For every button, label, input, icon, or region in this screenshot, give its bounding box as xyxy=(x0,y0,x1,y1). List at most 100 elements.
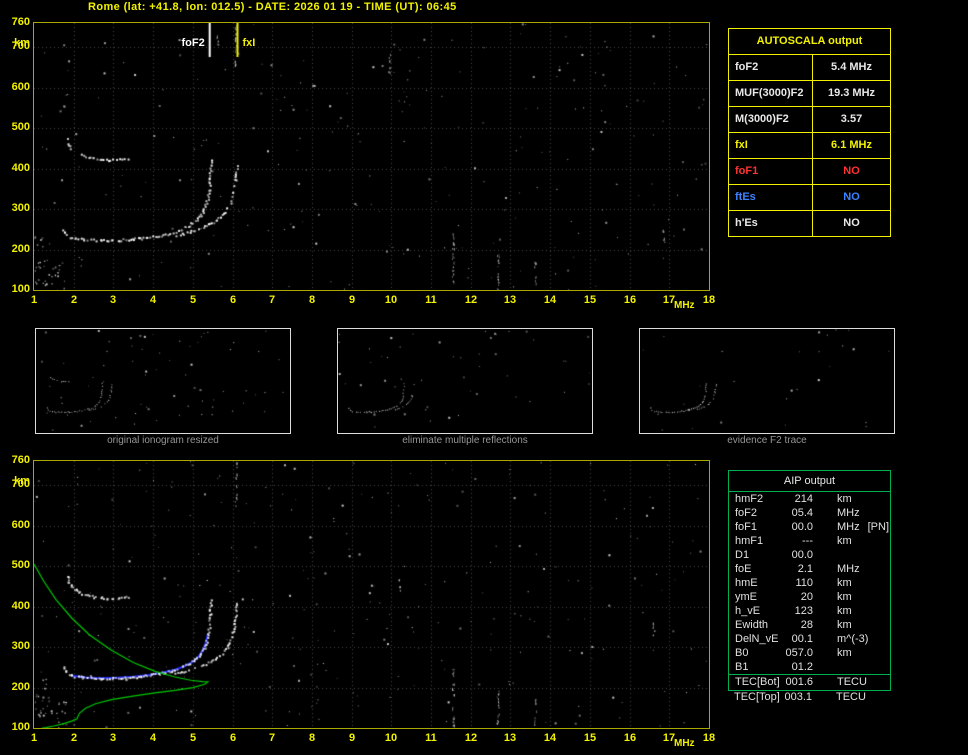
ionogram-top-canvas xyxy=(34,23,709,290)
aip-value: 28 xyxy=(800,619,813,631)
aip-param: hmE xyxy=(735,577,758,589)
aip-param: hmF1 xyxy=(735,535,764,547)
x-tick-7: 7 xyxy=(268,732,276,744)
x-tick-12: 12 xyxy=(464,294,478,306)
autoscala-param: M(3000)F2 xyxy=(729,107,813,132)
aip-param: hmF2 xyxy=(735,493,764,505)
autoscala-row-fxi: fxI 6.1 MHz xyxy=(729,132,890,158)
autoscala-param: MUF(3000)F2 xyxy=(729,81,813,106)
x-tick-6: 6 xyxy=(229,294,237,306)
x-tick-1: 1 xyxy=(30,732,38,744)
aip-table-rows: hmF2 214 km foF2 05.4 MHz foF1 00.0 MHz [PN] hmF1 -… xyxy=(729,492,890,674)
y-tick-760: 760 xyxy=(11,16,30,28)
y-tick-500: 500 xyxy=(11,559,30,571)
x-tick-14: 14 xyxy=(543,294,557,306)
aip-row-hmf1: hmF1 --- km xyxy=(729,534,890,548)
autoscala-window: Rome (lat: +41.8, lon: 012.5) - DATE: 20… xyxy=(0,0,968,755)
aip-param: TEC[Top] xyxy=(734,691,780,703)
x-tick-5: 5 xyxy=(189,294,197,306)
autoscala-param: foF2 xyxy=(729,55,813,80)
autoscala-output-table: AUTOSCALA output foF2 5.4 MHz MUF(3000)F2 1… xyxy=(728,28,891,237)
aip-unit: m^(-3) xyxy=(837,633,869,645)
aip-unit: MHz xyxy=(837,521,860,533)
aip-value: 057.0 xyxy=(785,647,813,659)
aip-extra: [PN] xyxy=(867,521,890,533)
x-axis-unit: MHz xyxy=(674,738,695,749)
autoscala-row-fof2: foF2 5.4 MHz xyxy=(729,54,890,80)
aip-param: foE xyxy=(735,563,752,575)
aip-param: ymE xyxy=(735,591,757,603)
x-tick-9: 9 xyxy=(348,294,356,306)
ionogram-top-plot: foF2 fxI xyxy=(33,22,710,291)
autoscala-value: 19.3 MHz xyxy=(827,87,876,99)
x-tick-9: 9 xyxy=(348,732,356,744)
thumbnail-evidence-canvas xyxy=(640,329,892,431)
x-tick-11: 11 xyxy=(425,732,437,744)
aip-param: foF2 xyxy=(735,507,758,519)
thumbnail-evidence-f2 xyxy=(639,328,895,434)
aip-row-hme: hmE 110 km xyxy=(729,576,890,590)
aip-row-ewidth: Ewidth 28 km xyxy=(729,618,890,632)
autoscala-param: fxI xyxy=(729,133,813,158)
x-tick-4: 4 xyxy=(149,294,157,306)
aip-row-delnve: DelN_vE 00.1 m^(-3) xyxy=(729,632,890,646)
aip-unit: km xyxy=(837,591,852,603)
x-tick-8: 8 xyxy=(308,294,316,306)
aip-value: 00.0 xyxy=(791,549,813,561)
thumbnail-caption-original: original ionogram resized xyxy=(107,435,219,446)
autoscala-value: 3.57 xyxy=(840,113,863,125)
aip-value: 05.4 xyxy=(791,507,813,519)
x-tick-1: 1 xyxy=(30,294,38,306)
aip-row-foe: foE 2.1 MHz xyxy=(729,562,890,576)
aip-param: B1 xyxy=(735,661,749,673)
aip-unit: TECU xyxy=(836,691,866,703)
aip-unit: MHz xyxy=(837,507,860,519)
autoscala-value: NO xyxy=(843,191,860,203)
aip-table-header: AIP output xyxy=(729,471,890,492)
autoscala-row-muf3000f2: MUF(3000)F2 19.3 MHz xyxy=(729,80,890,106)
aip-value: --- xyxy=(802,535,813,547)
aip-row-fof2: foF2 05.4 MHz xyxy=(729,506,890,520)
y-tick-200: 200 xyxy=(11,681,30,693)
y-axis-unit: km xyxy=(14,475,30,487)
aip-row-hmf2: hmF2 214 km xyxy=(729,492,890,506)
x-tick-12: 12 xyxy=(464,732,478,744)
aip-unit: km xyxy=(837,577,852,589)
aip-row-b0: B0 057.0 km xyxy=(729,646,890,660)
aip-row-b1: B1 01.2 xyxy=(729,660,890,674)
aip-row-yme: ymE 20 km xyxy=(729,590,890,604)
thumbnail-original-canvas xyxy=(36,329,288,431)
x-tick-6: 6 xyxy=(229,732,237,744)
x-tick-16: 16 xyxy=(623,294,637,306)
autoscala-table-header: AUTOSCALA output xyxy=(756,35,863,47)
x-tick-11: 11 xyxy=(425,294,437,306)
x-tick-2: 2 xyxy=(70,294,78,306)
aip-value: 00.1 xyxy=(791,633,813,645)
thumbnail-caption-evidence: evidence F2 trace xyxy=(727,435,807,446)
aip-row-fof1: foF1 00.0 MHz [PN] xyxy=(729,520,890,534)
aip-value: 00.0 xyxy=(791,521,813,533)
aip-row-tec-bot: TEC[Bot] 001.6 TECU xyxy=(729,674,890,690)
thumbnail-eliminate-canvas xyxy=(338,329,590,431)
station-title: Rome (lat: +41.8, lon: 012.5) - DATE: 20… xyxy=(88,1,457,13)
y-tick-760: 760 xyxy=(11,454,30,466)
autoscala-value: NO xyxy=(843,217,860,229)
y-tick-300: 300 xyxy=(11,640,30,652)
x-tick-14: 14 xyxy=(543,732,557,744)
y-tick-300: 300 xyxy=(11,202,30,214)
x-tick-5: 5 xyxy=(189,732,197,744)
y-tick-400: 400 xyxy=(11,600,30,612)
autoscala-param: foF1 xyxy=(729,159,813,184)
autoscala-row-hes: h'Es NO xyxy=(729,210,890,236)
aip-param: Ewidth xyxy=(735,619,769,631)
aip-output-table: AIP output hmF2 214 km foF2 05.4 MHz foF1 00.0 M… xyxy=(728,470,891,691)
aip-value: 110 xyxy=(795,577,813,589)
thumbnail-eliminate-reflections xyxy=(337,328,593,434)
aip-unit: km xyxy=(837,535,852,547)
x-tick-13: 13 xyxy=(503,732,517,744)
x-tick-4: 4 xyxy=(149,732,157,744)
aip-value: 20 xyxy=(800,591,813,603)
x-tick-10: 10 xyxy=(384,294,398,306)
x-tick-16: 16 xyxy=(623,732,637,744)
autoscala-param: ftEs xyxy=(729,185,813,210)
